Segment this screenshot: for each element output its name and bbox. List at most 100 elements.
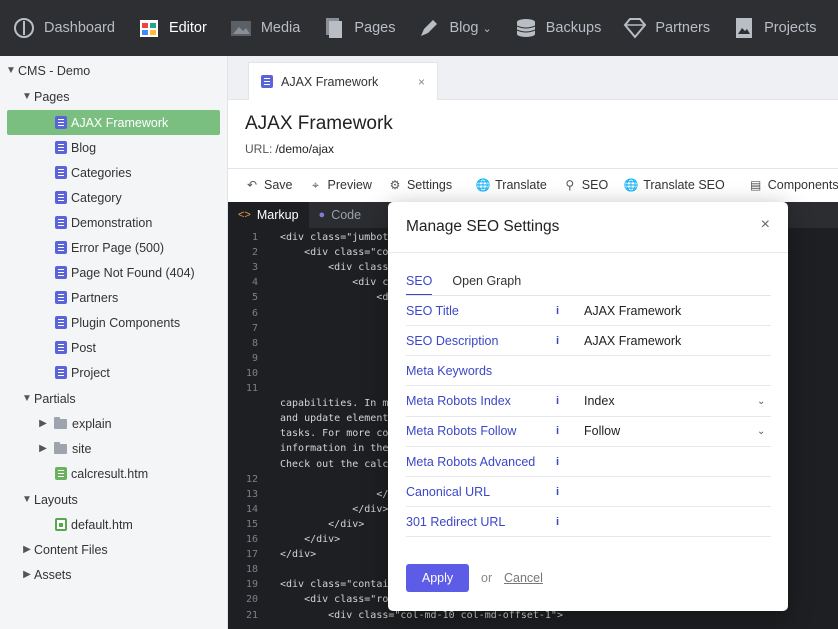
tool-label: SEO bbox=[581, 178, 609, 192]
chevron-right-icon[interactable]: ▶ bbox=[20, 569, 34, 580]
field-input[interactable]: AJAX Framework bbox=[584, 334, 771, 348]
seo-field-row[interactable]: Meta Robots Advanced i bbox=[406, 447, 771, 477]
seo-field-row[interactable]: Meta Keywords bbox=[406, 356, 771, 387]
tree-item-page[interactable]: Demonstration bbox=[7, 210, 220, 235]
tool-label: Components bbox=[767, 178, 838, 192]
chevron-down-icon[interactable]: ▼ bbox=[20, 494, 34, 505]
seo-button[interactable]: ⚲ SEO bbox=[563, 178, 608, 192]
tree-folder-explain[interactable]: ▶ explain bbox=[36, 411, 227, 436]
tree-root[interactable]: ▼ CMS - Demo bbox=[4, 58, 217, 83]
undo-arrow-icon: ↶ bbox=[246, 178, 258, 192]
chevron-right-icon[interactable]: ▶ bbox=[36, 443, 50, 454]
field-input[interactable]: AJAX Framework bbox=[584, 304, 771, 318]
code-text: and update element bbox=[280, 413, 389, 425]
chevron-right-icon[interactable]: ▶ bbox=[36, 418, 50, 429]
nav-label: Backups bbox=[545, 20, 602, 36]
preview-button[interactable]: ⌖ Preview bbox=[309, 178, 372, 193]
nav-item-media[interactable]: Media bbox=[217, 0, 311, 56]
nav-item-projects[interactable]: Projects bbox=[720, 0, 826, 56]
seo-field-row[interactable]: SEO Description i AJAX Framework bbox=[406, 326, 771, 357]
tree-item-layout[interactable]: default.htm bbox=[7, 512, 220, 537]
nav-item-backups[interactable]: Backups bbox=[502, 0, 612, 56]
seo-field-row[interactable]: 301 Redirect URL i bbox=[406, 507, 771, 538]
tree-item-page[interactable]: Post bbox=[7, 335, 220, 360]
tree-section-assets[interactable]: ▶ Assets bbox=[20, 562, 227, 587]
info-icon[interactable]: i bbox=[556, 335, 584, 347]
seo-field-row[interactable]: Canonical URL i bbox=[406, 477, 771, 508]
tab-seo[interactable]: SEO bbox=[406, 274, 433, 296]
nav-item-partners[interactable]: Partners bbox=[611, 0, 720, 56]
close-icon[interactable]: × bbox=[418, 75, 425, 89]
tab-ajax-framework[interactable]: AJAX Framework × bbox=[248, 62, 438, 100]
tree-item-page[interactable]: Category bbox=[7, 185, 220, 210]
tree-section-content-files[interactable]: ▶ Content Files bbox=[20, 537, 227, 562]
nav-label: Pages bbox=[354, 20, 396, 36]
nav-item-blog[interactable]: Blog ⌄ bbox=[405, 0, 501, 56]
seo-field-row[interactable]: SEO Title i AJAX Framework bbox=[406, 296, 771, 326]
tool-label: Translate bbox=[495, 178, 547, 192]
tree-item-partial[interactable]: calcresult.htm bbox=[7, 461, 220, 486]
components-button[interactable]: ▤ Components bbox=[749, 178, 838, 192]
save-button[interactable]: ↶ Save bbox=[245, 178, 293, 192]
translate-button[interactable]: 🌐 Translate bbox=[476, 178, 547, 192]
chevron-down-icon[interactable]: ▼ bbox=[4, 65, 18, 76]
code-text: <div class="jumbot bbox=[280, 232, 389, 243]
tree-item-page[interactable]: Project bbox=[7, 360, 220, 385]
tree-section-pages[interactable]: ▼ Pages bbox=[20, 84, 227, 109]
cancel-link[interactable]: Cancel bbox=[504, 571, 543, 585]
apply-button[interactable]: Apply bbox=[406, 564, 469, 592]
tree-folder-site[interactable]: ▶ site bbox=[36, 436, 227, 461]
tree-item-page[interactable]: Plugin Components bbox=[7, 310, 220, 335]
code-text: <div class="co bbox=[280, 247, 389, 259]
blog-icon bbox=[417, 16, 441, 40]
info-icon[interactable]: i bbox=[556, 516, 584, 528]
info-icon[interactable]: i bbox=[556, 305, 584, 317]
code-text: capabilities. In m bbox=[280, 398, 389, 410]
info-icon[interactable]: i bbox=[556, 456, 584, 468]
tree-item-page[interactable]: Page Not Found (404) bbox=[7, 260, 220, 285]
field-select[interactable]: Follow bbox=[584, 424, 757, 438]
url-value[interactable]: /demo/ajax bbox=[275, 142, 334, 156]
media-icon bbox=[229, 16, 253, 40]
tree-item-page[interactable]: Error Page (500) bbox=[7, 235, 220, 260]
info-icon[interactable]: i bbox=[556, 425, 584, 437]
line-number: 18 bbox=[245, 564, 258, 576]
tab-code[interactable]: ● Code bbox=[309, 202, 372, 228]
translate-seo-button[interactable]: 🌐 Translate SEO bbox=[624, 178, 725, 192]
page-icon bbox=[55, 241, 67, 254]
line-number: 13 bbox=[245, 488, 258, 500]
chevron-down-icon[interactable]: ⌄ bbox=[757, 426, 771, 437]
close-icon[interactable]: × bbox=[761, 216, 770, 234]
tree-section-layouts[interactable]: ▼ Layouts bbox=[20, 487, 227, 512]
nav-item-dashboard[interactable]: Dashboard bbox=[0, 0, 125, 56]
info-icon[interactable]: i bbox=[556, 395, 584, 407]
seo-field-row[interactable]: Meta Robots Index i Index ⌄ bbox=[406, 387, 771, 417]
nav-item-settings[interactable] bbox=[827, 0, 838, 56]
chevron-down-icon[interactable]: ⌄ bbox=[757, 396, 771, 407]
code-text: <div class="ro bbox=[280, 594, 389, 606]
diamond-icon bbox=[623, 16, 647, 40]
settings-button[interactable]: ⚙ Settings bbox=[388, 178, 453, 192]
gear-icon: ⚙ bbox=[389, 178, 401, 192]
tab-open-graph[interactable]: Open Graph bbox=[452, 274, 521, 296]
field-select[interactable]: Index bbox=[584, 394, 757, 408]
chevron-right-icon[interactable]: ▶ bbox=[20, 544, 34, 555]
folder-icon bbox=[54, 416, 67, 429]
chevron-down-icon[interactable]: ▼ bbox=[20, 91, 34, 102]
info-icon[interactable]: i bbox=[556, 486, 584, 498]
seo-field-row[interactable]: Meta Robots Follow i Follow ⌄ bbox=[406, 417, 771, 447]
line-number: 21 bbox=[245, 609, 258, 621]
nav-item-editor[interactable]: Editor bbox=[125, 0, 217, 56]
chevron-down-icon[interactable]: ▼ bbox=[20, 393, 34, 404]
tree-item-page[interactable]: Blog bbox=[7, 135, 220, 160]
tab-markup[interactable]: <> Markup bbox=[228, 202, 309, 228]
code-text: </div> bbox=[280, 503, 389, 515]
tree-item-page[interactable]: Partners bbox=[7, 285, 220, 310]
tree-item-page[interactable]: AJAX Framework bbox=[7, 110, 220, 135]
tree-item-page[interactable]: Categories bbox=[7, 160, 220, 185]
line-number: 19 bbox=[245, 579, 258, 591]
line-number: 8 bbox=[251, 337, 258, 349]
nav-item-pages[interactable]: Pages bbox=[310, 0, 405, 56]
field-label: 301 Redirect URL bbox=[406, 514, 506, 529]
tree-section-partials[interactable]: ▼ Partials bbox=[20, 386, 227, 411]
